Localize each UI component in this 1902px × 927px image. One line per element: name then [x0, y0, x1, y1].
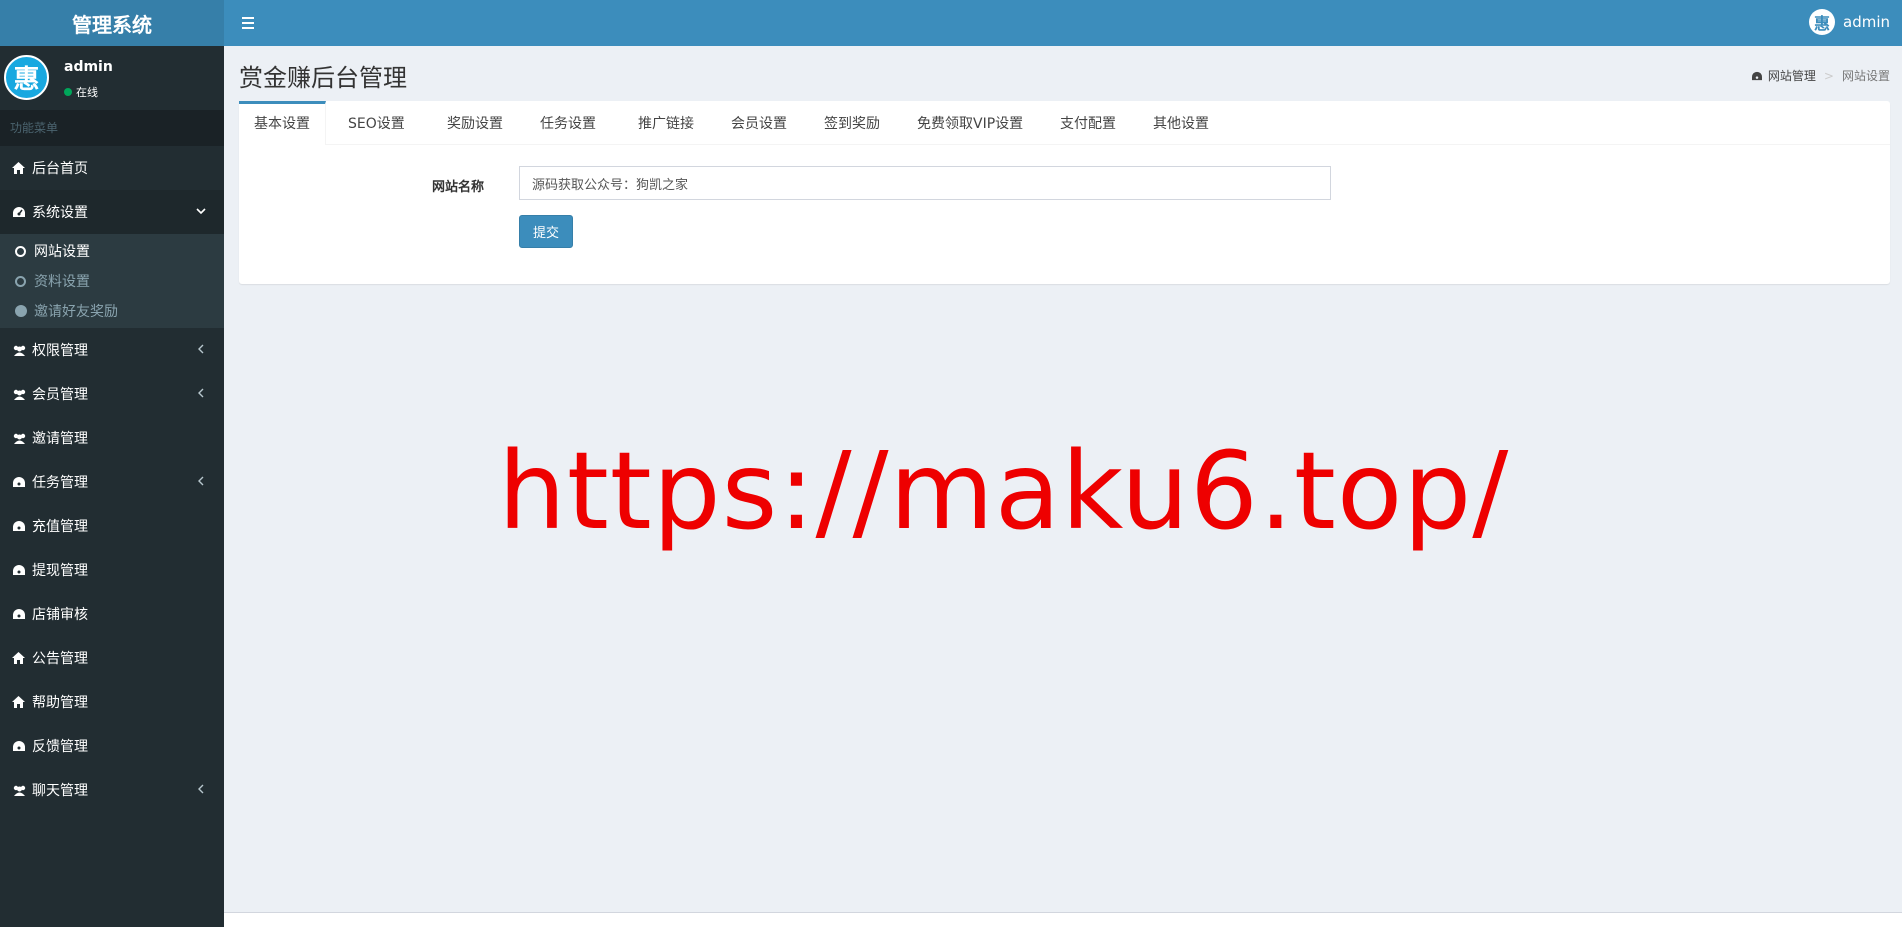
- sidebar-item-label: 邀请好友奖励: [34, 304, 118, 320]
- avatar: 惠: [1809, 9, 1835, 35]
- sidebar-user-name: admin: [64, 59, 113, 75]
- user-menu[interactable]: 惠 admin: [1809, 9, 1890, 35]
- logo[interactable]: 管理系统: [0, 0, 224, 46]
- sidebar-toggle-icon[interactable]: [238, 11, 260, 33]
- tab-seo-settings[interactable]: SEO设置: [348, 101, 405, 145]
- online-dot-icon: [64, 88, 72, 96]
- sidebar-item-label: 系统设置: [32, 205, 88, 221]
- dashboard-icon: [12, 520, 28, 532]
- tab-free-vip-settings[interactable]: 免费领取VIP设置: [917, 101, 1023, 145]
- breadcrumb-separator: >: [1823, 68, 1834, 83]
- page-title: 赏金赚后台管理: [239, 64, 407, 92]
- sidebar-item-help[interactable]: 帮助管理: [0, 680, 224, 724]
- sidebar-item-label: 公告管理: [32, 651, 88, 667]
- sidebar-item-store-review[interactable]: 店铺审核: [0, 592, 224, 636]
- tab-payment-config[interactable]: 支付配置: [1060, 101, 1116, 145]
- sidebar-item-label: 反馈管理: [32, 739, 88, 755]
- sidebar-item-label: 店铺审核: [32, 607, 88, 623]
- sidebar-item-withdraw[interactable]: 提现管理: [0, 548, 224, 592]
- submit-button[interactable]: 提交: [519, 215, 573, 248]
- sidebar-item-chat[interactable]: 聊天管理: [0, 768, 224, 812]
- circle-icon: [15, 275, 26, 287]
- sidebar-item-label: 权限管理: [32, 343, 88, 359]
- users-icon: [12, 785, 28, 796]
- chevron-left-icon: [196, 783, 206, 797]
- user-name: admin: [1843, 13, 1890, 31]
- sidebar-item-label: 任务管理: [32, 475, 88, 491]
- avatar: 惠: [4, 55, 49, 100]
- sidebar-item-label: 网站设置: [34, 244, 90, 260]
- home-icon: [12, 696, 28, 708]
- dashboard-icon: [12, 476, 28, 488]
- tab-basic-settings[interactable]: 基本设置: [239, 101, 326, 145]
- sidebar-item-label: 会员管理: [32, 387, 88, 403]
- home-icon: [12, 162, 28, 174]
- sidebar-item-tasks[interactable]: 任务管理: [0, 460, 224, 504]
- dashboard-icon: [12, 206, 28, 218]
- sidebar-subitem-invite-reward[interactable]: 邀请好友奖励: [0, 296, 224, 326]
- submenu-system-settings: 网站设置 资料设置 邀请好友奖励: [0, 234, 224, 328]
- top-navbar: 惠 admin: [224, 0, 1902, 46]
- chevron-down-icon: [196, 205, 206, 219]
- sidebar-item-permissions[interactable]: 权限管理: [0, 328, 224, 372]
- tab-reward-settings[interactable]: 奖励设置: [447, 101, 503, 145]
- dashboard-icon: [1751, 71, 1763, 81]
- tab-task-settings[interactable]: 任务设置: [540, 101, 596, 145]
- sidebar-item-members[interactable]: 会员管理: [0, 372, 224, 416]
- sidebar-subitem-website-settings[interactable]: 网站设置: [0, 236, 224, 266]
- breadcrumb: 网站管理 > 网站设置: [1751, 67, 1890, 84]
- menu-header: 功能菜单: [0, 110, 224, 146]
- users-icon: [12, 433, 28, 444]
- tab-bar: 基本设置 SEO设置 奖励设置 任务设置 推广链接 会员设置 签到奖励 免费领取…: [239, 101, 1890, 145]
- dashboard-icon: [12, 608, 28, 620]
- sidebar-item-label: 后台首页: [32, 161, 88, 177]
- home-icon: [12, 652, 28, 664]
- user-panel: 惠 admin 在线: [0, 46, 224, 110]
- breadcrumb-current: 网站设置: [1841, 69, 1890, 83]
- sidebar-item-label: 邀请管理: [32, 431, 88, 447]
- chevron-left-icon: [196, 343, 206, 357]
- users-icon: [12, 389, 28, 400]
- user-circle-icon: [15, 305, 27, 317]
- sidebar: 惠 admin 在线 功能菜单 后台首页 系统设置 网站设置 资料设置 邀请好友…: [0, 46, 224, 927]
- sidebar-item-invites[interactable]: 邀请管理: [0, 416, 224, 460]
- sidebar-item-recharge[interactable]: 充值管理: [0, 504, 224, 548]
- chevron-left-icon: [196, 387, 206, 401]
- sidebar-item-label: 提现管理: [32, 563, 88, 579]
- dashboard-icon: [12, 740, 28, 752]
- status-badge: 在线: [64, 84, 98, 100]
- sidebar-subitem-profile-settings[interactable]: 资料设置: [0, 266, 224, 296]
- sidebar-item-home[interactable]: 后台首页: [0, 146, 224, 190]
- sidebar-item-feedback[interactable]: 反馈管理: [0, 724, 224, 768]
- sidebar-item-label: 资料设置: [34, 274, 90, 290]
- sidebar-item-system-settings[interactable]: 系统设置: [0, 190, 224, 234]
- sidebar-item-announcements[interactable]: 公告管理: [0, 636, 224, 680]
- tab-checkin-reward[interactable]: 签到奖励: [824, 101, 880, 145]
- site-name-label: 网站名称: [432, 180, 485, 195]
- chevron-left-icon: [196, 475, 206, 489]
- settings-box: 基本设置 SEO设置 奖励设置 任务设置 推广链接 会员设置 签到奖励 免费领取…: [239, 101, 1890, 284]
- status-text: 在线: [76, 86, 98, 99]
- users-icon: [12, 345, 28, 356]
- footer: [224, 912, 1902, 927]
- sidebar-item-label: 聊天管理: [32, 783, 88, 799]
- tab-other-settings[interactable]: 其他设置: [1153, 101, 1209, 145]
- sidebar-item-label: 充值管理: [32, 519, 88, 535]
- tab-promo-link[interactable]: 推广链接: [638, 101, 694, 145]
- site-name-input[interactable]: [519, 166, 1331, 200]
- sidebar-item-label: 帮助管理: [32, 695, 88, 711]
- circle-icon: [15, 245, 26, 257]
- dashboard-icon: [12, 564, 28, 576]
- breadcrumb-link[interactable]: 网站管理: [1768, 67, 1816, 84]
- tab-member-settings[interactable]: 会员设置: [731, 101, 787, 145]
- watermark-text: https://maku6.top/: [498, 430, 1510, 554]
